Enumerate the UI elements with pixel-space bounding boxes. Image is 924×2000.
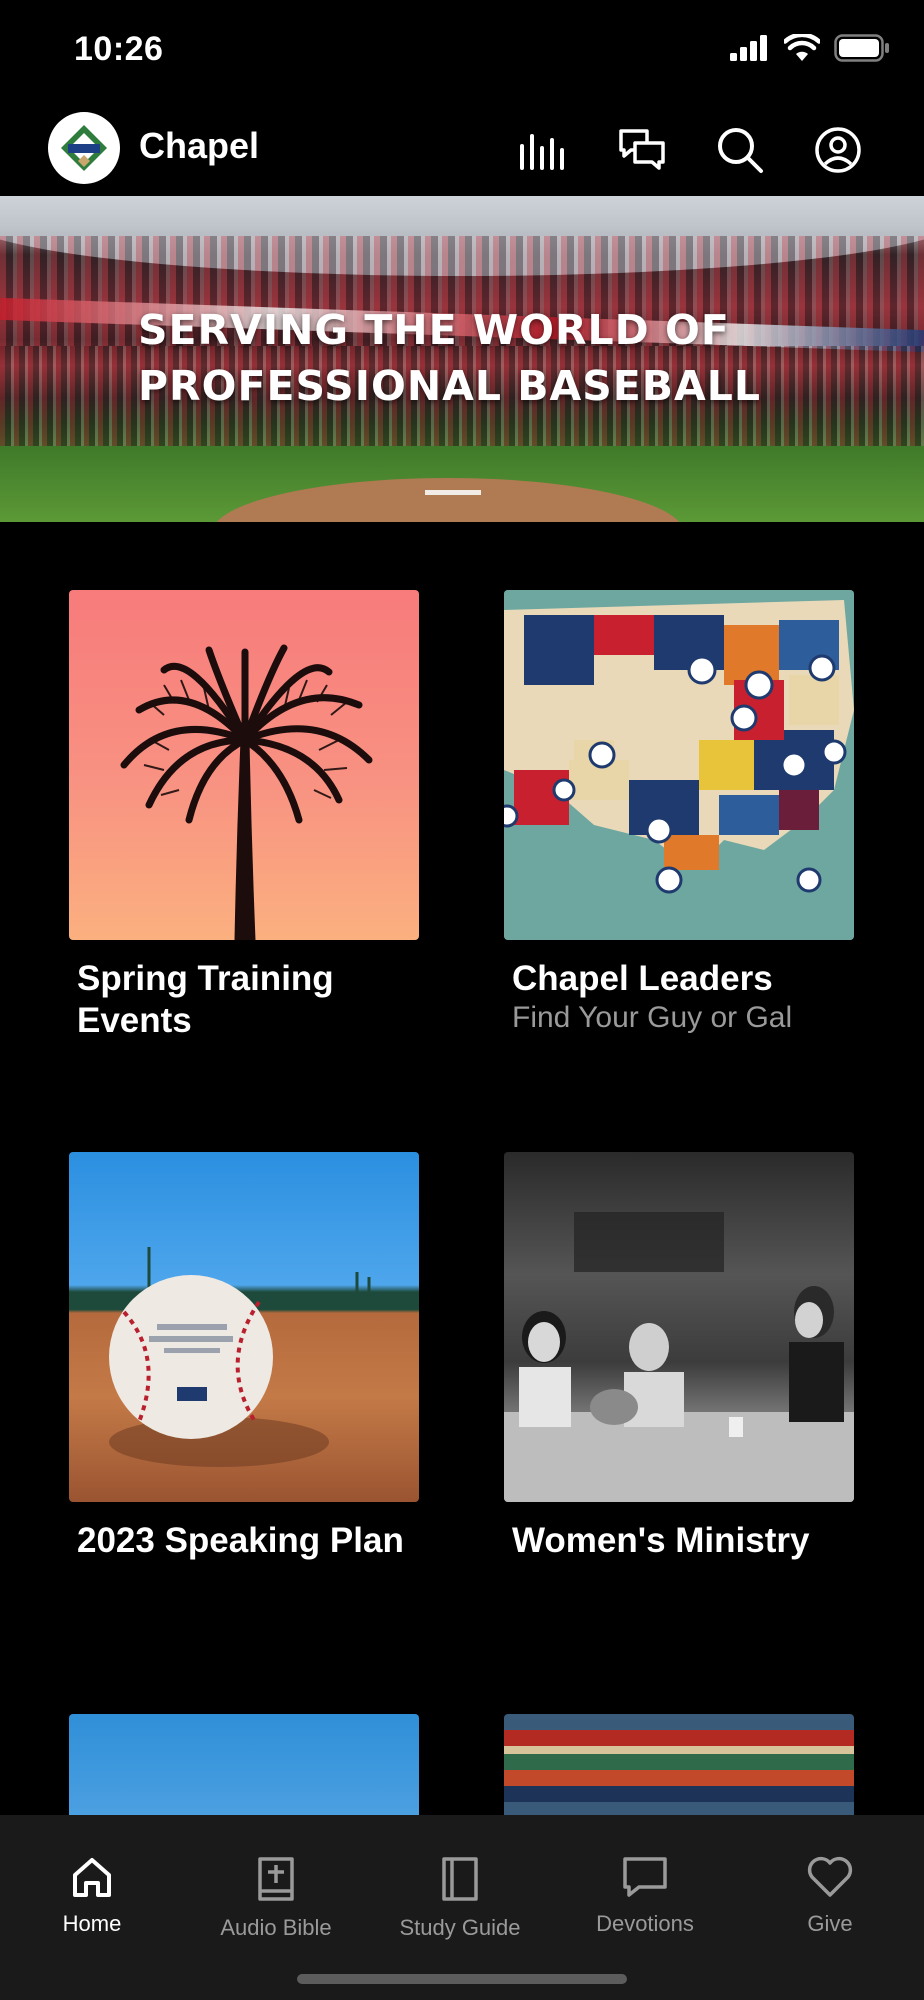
status-time: 10:26	[74, 30, 164, 68]
tab-label: Audio Bible	[220, 1915, 332, 1940]
tile-womens-ministry[interactable]: Women's Ministry	[504, 1152, 856, 1562]
team-map-image	[504, 590, 854, 940]
user-circle-icon	[815, 127, 861, 173]
tile-title: 2023 Speaking Plan	[77, 1521, 404, 1560]
tab-label: Give	[807, 1911, 853, 1936]
tile-2023-speaking-plan[interactable]: 2023 Speaking Plan	[69, 1152, 421, 1562]
book-icon	[442, 1857, 478, 1901]
tab-label: Home	[62, 1911, 122, 1936]
wifi-icon	[784, 34, 820, 61]
status-bar: 10:26	[0, 0, 924, 100]
diamond-logo-icon	[61, 125, 107, 171]
tile-chapel-leaders[interactable]: Chapel Leaders Find Your Guy or Gal	[504, 590, 856, 1036]
baseball-icon	[109, 1247, 371, 1467]
app-header: Chapel	[0, 100, 924, 196]
home-icon	[73, 1858, 111, 1897]
chat-bubble-icon	[623, 1857, 667, 1897]
book-plus-icon	[258, 1857, 294, 1901]
search-icon	[718, 128, 763, 173]
us-map-icon	[504, 590, 854, 940]
home-indicator	[297, 1974, 627, 1984]
hero-banner[interactable]: SERVING THE WORLD OF PROFESSIONAL BASEBA…	[0, 196, 924, 522]
audio-levels-button[interactable]	[516, 122, 572, 178]
hero-title: SERVING THE WORLD OF PROFESSIONAL BASEBA…	[138, 306, 762, 410]
palm-tree-icon	[120, 644, 373, 940]
group-discussion-icon	[504, 1212, 854, 1502]
tab-label: Study Guide	[399, 1915, 521, 1940]
status-icons	[730, 34, 890, 62]
chat-bubbles-icon	[619, 129, 665, 170]
tab-study-guide[interactable]: Study Guide	[386, 1815, 534, 1940]
tile-title: Chapel Leaders	[512, 959, 773, 998]
tab-bar: Home Audio Bible Study Guide Devotions G…	[0, 1815, 924, 2000]
audio-levels-icon	[520, 134, 564, 170]
tile-spring-training-events[interactable]: Spring Training Events	[69, 590, 421, 1042]
app-title: Chapel	[139, 125, 260, 166]
tile-title: Spring Training Events	[77, 959, 334, 1040]
profile-button[interactable]	[810, 122, 866, 178]
pitching-rubber	[425, 490, 481, 495]
tab-label: Devotions	[596, 1911, 694, 1936]
tab-give[interactable]: Give	[780, 1815, 880, 1936]
baseball-image	[69, 1152, 419, 1502]
search-button[interactable]	[712, 122, 768, 178]
battery-icon	[834, 34, 889, 62]
palm-tree-image	[69, 590, 419, 940]
app-logo[interactable]	[48, 112, 120, 184]
tab-home[interactable]: Home	[42, 1815, 142, 1936]
tab-devotions[interactable]: Devotions	[574, 1815, 716, 1936]
womens-group-image	[504, 1152, 854, 1502]
tab-audio-bible[interactable]: Audio Bible	[206, 1815, 346, 1940]
tile-subtitle: Find Your Guy or Gal	[512, 1001, 793, 1034]
app-screen: 10:26 Chapel SERVING THE WORLD OF PROFES…	[0, 0, 924, 2000]
tile-title: Women's Ministry	[512, 1521, 810, 1560]
heart-icon	[807, 1856, 853, 1897]
signal-icon	[730, 35, 767, 61]
messages-button[interactable]	[614, 122, 670, 178]
